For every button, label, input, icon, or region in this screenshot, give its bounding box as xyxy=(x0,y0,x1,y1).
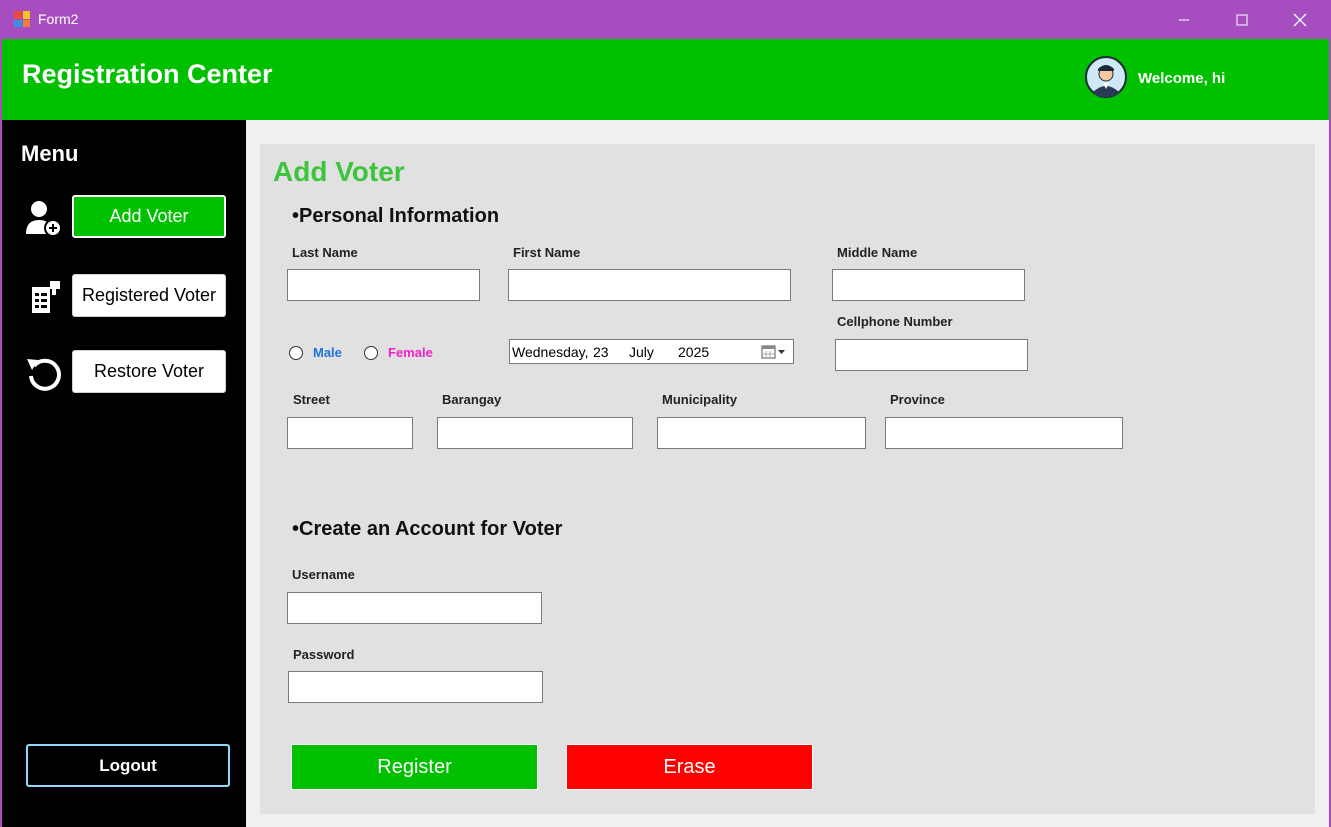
title-bar: Form2 xyxy=(2,0,1329,39)
logout-button[interactable]: Logout xyxy=(26,744,230,787)
add-user-icon xyxy=(26,201,62,237)
username-label: Username xyxy=(292,567,355,582)
sidebar-item-restore-voter[interactable]: Restore Voter xyxy=(72,350,226,393)
male-radio[interactable] xyxy=(289,346,303,360)
erase-button[interactable]: Erase xyxy=(566,744,813,790)
page-title: Add Voter xyxy=(273,156,405,187)
minimize-button[interactable] xyxy=(1155,0,1213,39)
date-year: 2025 xyxy=(678,344,710,360)
account-heading: •Create an Account for Voter xyxy=(292,518,563,540)
maximize-icon xyxy=(1236,14,1248,25)
calendar-dropdown-icon[interactable] xyxy=(761,343,787,361)
municipality-input[interactable] xyxy=(657,417,866,449)
street-label: Street xyxy=(293,392,330,407)
date-weekday: Wednesday, xyxy=(512,344,589,360)
personal-info-heading: •Personal Information xyxy=(292,205,500,227)
close-button[interactable] xyxy=(1271,0,1329,39)
close-icon xyxy=(1293,13,1307,26)
date-month: July xyxy=(629,344,654,360)
birthdate-picker[interactable]: Wednesday, 23 July 2025 xyxy=(509,339,794,364)
first-name-input[interactable] xyxy=(508,269,791,301)
menu-title: Menu xyxy=(21,141,79,166)
register-button[interactable]: Register xyxy=(291,744,538,790)
street-input[interactable] xyxy=(287,417,413,449)
sidebar-item-registered-voter[interactable]: Registered Voter xyxy=(72,274,226,317)
app-icon xyxy=(14,11,30,27)
password-input[interactable] xyxy=(288,671,543,703)
document-list-icon xyxy=(32,281,60,313)
barangay-label: Barangay xyxy=(442,392,502,407)
cellphone-label: Cellphone Number xyxy=(837,314,953,329)
restore-icon xyxy=(27,358,61,391)
male-label: Male xyxy=(313,345,342,360)
female-label: Female xyxy=(388,345,433,360)
app-window: Form2 Registration Center Welcome, hi Me… xyxy=(2,0,1329,827)
password-label: Password xyxy=(293,647,355,662)
barangay-input[interactable] xyxy=(437,417,633,449)
province-label: Province xyxy=(890,392,945,407)
last-name-label: Last Name xyxy=(292,245,358,260)
user-avatar-icon xyxy=(1085,56,1127,98)
app-header: Registration Center Welcome, hi xyxy=(2,39,1329,120)
date-day: 23 xyxy=(593,344,609,360)
username-input[interactable] xyxy=(287,592,542,624)
last-name-input[interactable] xyxy=(287,269,480,301)
sidebar: Menu Add Voter Registered Voter Restore … xyxy=(2,120,246,827)
province-input[interactable] xyxy=(885,417,1123,449)
cellphone-input[interactable] xyxy=(835,339,1028,371)
female-radio[interactable] xyxy=(364,346,378,360)
middle-name-label: Middle Name xyxy=(837,245,918,260)
minimize-icon xyxy=(1179,19,1189,20)
header-title: Registration Center xyxy=(22,59,273,89)
first-name-label: First Name xyxy=(513,245,581,260)
add-voter-panel: Add Voter •Personal Information Last Nam… xyxy=(260,144,1315,814)
sidebar-item-add-voter[interactable]: Add Voter xyxy=(72,195,226,238)
welcome-text: Welcome, hi xyxy=(1138,70,1226,87)
municipality-label: Municipality xyxy=(662,392,738,407)
middle-name-input[interactable] xyxy=(832,269,1025,301)
window-title: Form2 xyxy=(38,11,79,27)
maximize-button[interactable] xyxy=(1213,0,1271,39)
